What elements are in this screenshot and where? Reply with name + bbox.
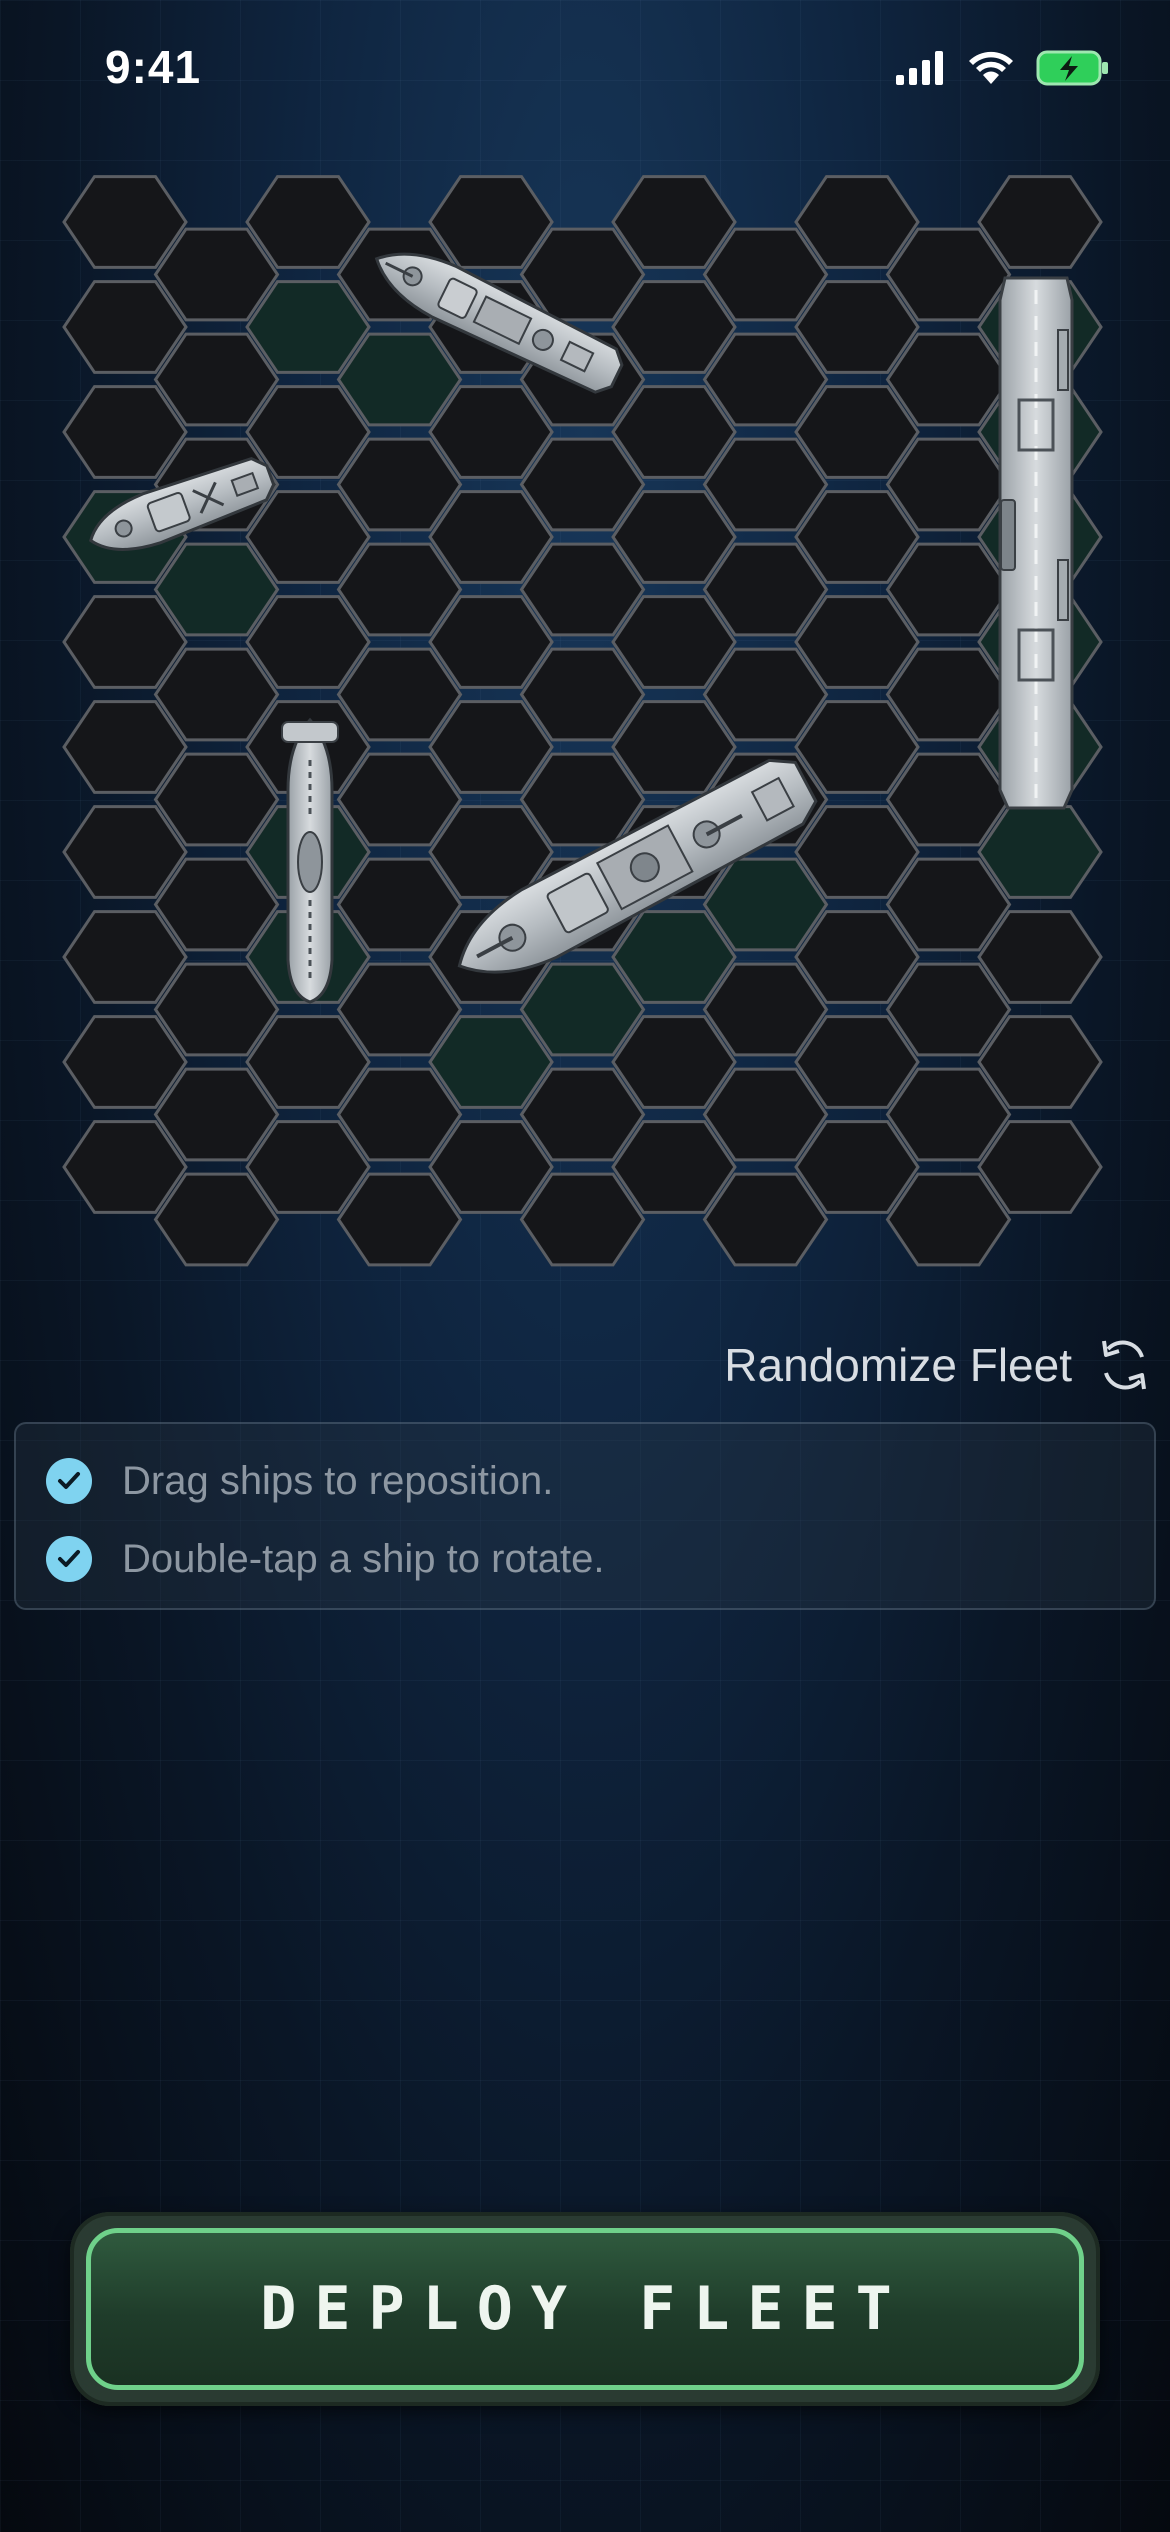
tip-item: Drag ships to reposition. <box>46 1458 553 1504</box>
check-circle-icon <box>46 1536 92 1582</box>
hex-grid <box>62 175 1103 1267</box>
tip-item: Double-tap a ship to rotate. <box>46 1536 605 1582</box>
tip-text: Drag ships to reposition. <box>122 1458 554 1503</box>
carrier-ship-icon[interactable] <box>998 276 1074 810</box>
tips-panel: Drag ships to reposition. Double-tap a s… <box>14 1422 1156 1610</box>
tip-text: Double-tap a ship to rotate. <box>122 1536 605 1581</box>
randomize-label: Randomize Fleet <box>724 1339 1072 1391</box>
submarine-icon[interactable] <box>281 717 339 1004</box>
game-board <box>0 0 1170 1300</box>
deploy-fleet-button[interactable]: DEPLOY FLEET <box>86 2228 1084 2390</box>
check-circle-icon <box>46 1458 92 1504</box>
randomize-fleet-button[interactable]: Randomize Fleet <box>724 1330 1152 1400</box>
refresh-icon <box>1102 1340 1146 1390</box>
deploy-label: DEPLOY FLEET <box>260 2274 910 2344</box>
